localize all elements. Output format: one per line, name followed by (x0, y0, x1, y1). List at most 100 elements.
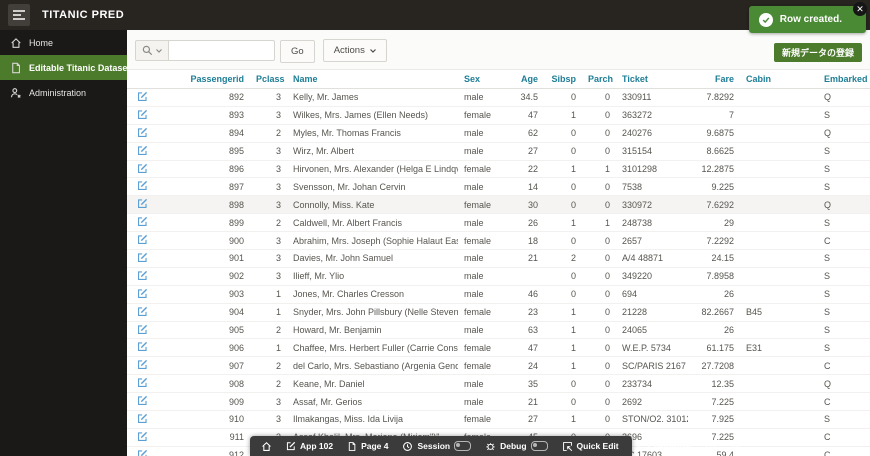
search-input[interactable] (169, 40, 275, 61)
devbar-home-button[interactable] (254, 436, 279, 456)
check-circle-icon (759, 13, 773, 27)
devbar-settings-button[interactable] (723, 436, 748, 456)
cell-parch: 0 (582, 375, 616, 393)
col-header-ticket[interactable]: Ticket (616, 70, 688, 89)
cell-ticket: SC/PARIS 2167 (616, 357, 688, 375)
cell-fare: 7.2292 (688, 232, 740, 250)
edit-row-icon[interactable] (137, 234, 148, 245)
edit-row-icon[interactable] (137, 216, 148, 227)
edit-row-icon[interactable] (137, 413, 148, 424)
table-row: 8942Myles, Mr. Thomas Francismale6200240… (127, 124, 870, 142)
cell-embarked: C (818, 393, 870, 411)
edit-row-icon[interactable] (137, 377, 148, 388)
edit-row-icon[interactable] (137, 306, 148, 317)
devbar-debug-button[interactable]: Debug (478, 436, 554, 456)
session-toggle[interactable] (454, 441, 471, 451)
cell-sex: female (458, 232, 510, 250)
sidebar-item-home[interactable]: Home (0, 30, 127, 55)
edit-row-icon[interactable] (137, 145, 148, 156)
col-header-sex[interactable]: Sex (458, 70, 510, 89)
cell-parch: 0 (582, 178, 616, 196)
cell-sex: female (458, 196, 510, 214)
cell-cabin (740, 89, 818, 107)
cell-fare: 7.6292 (688, 196, 740, 214)
cell-embarked: C (818, 357, 870, 375)
cell-edit (127, 124, 158, 142)
cell-fare: 27.7208 (688, 357, 740, 375)
cell-id: 900 (158, 232, 250, 250)
cell-ticket: A/4 48871 (616, 250, 688, 268)
sidebar-item-editable-titanic-dataset[interactable]: Editable Titanic Dataset (0, 55, 127, 80)
cell-name: Wirz, Mr. Albert (287, 142, 458, 160)
cell-sibsp: 0 (544, 285, 582, 303)
edit-row-icon[interactable] (137, 395, 148, 406)
cell-sibsp: 0 (544, 375, 582, 393)
actions-menu-button[interactable]: Actions (323, 39, 387, 62)
app-title: TITANIC PRED (42, 9, 124, 21)
col-header-parch[interactable]: Parch (582, 70, 616, 89)
edit-row-icon[interactable] (137, 252, 148, 263)
col-header-pclass[interactable]: Pclass (250, 70, 287, 89)
edit-row-icon[interactable] (137, 163, 148, 174)
devbar-session-button[interactable]: Session (395, 436, 478, 456)
sidebar-item-administration[interactable]: Administration (0, 80, 127, 105)
edit-row-icon[interactable] (137, 288, 148, 299)
edit-row-icon[interactable] (137, 180, 148, 191)
create-row-button[interactable]: 新規データの登録 (774, 43, 862, 62)
edit-app-icon (286, 441, 296, 451)
cell-age: 46 (510, 285, 544, 303)
cell-name: Davies, Mr. John Samuel (287, 250, 458, 268)
edit-row-icon[interactable] (137, 91, 148, 102)
col-header-embarked[interactable]: Embarked (818, 70, 870, 89)
edit-row-icon[interactable] (137, 109, 148, 120)
cell-sibsp: 1 (544, 321, 582, 339)
col-header-passengerid[interactable]: Passengerid (158, 70, 250, 89)
edit-row-icon[interactable] (137, 431, 148, 442)
devbar-page-button[interactable]: Page 4 (340, 436, 395, 456)
edit-row-icon[interactable] (137, 359, 148, 370)
table-row: 8992Caldwell, Mr. Albert Francismale2611… (127, 214, 870, 232)
cell-edit (127, 267, 158, 285)
edit-row-icon[interactable] (137, 127, 148, 138)
devbar-app-label: App 102 (300, 441, 333, 451)
table-header-row: Passengerid Pclass Name Sex Age Sibsp Pa… (127, 70, 870, 89)
devbar-debug-label: Debug (500, 441, 526, 451)
cell-age: 35 (510, 375, 544, 393)
col-header-sibsp[interactable]: Sibsp (544, 70, 582, 89)
sidebar-toggle-button[interactable] (8, 4, 30, 26)
devbar-quick-edit-button[interactable]: Quick Edit (555, 436, 626, 456)
devbar-app-button[interactable]: App 102 (279, 436, 340, 456)
edit-row-icon[interactable] (137, 324, 148, 335)
cell-parch: 0 (582, 250, 616, 268)
cell-ticket: W.E.P. 5734 (616, 339, 688, 357)
cell-fare: 82.2667 (688, 303, 740, 321)
edit-row-icon[interactable] (137, 341, 148, 352)
devbar-quick-edit-label: Quick Edit (577, 441, 619, 451)
edit-row-icon[interactable] (137, 270, 148, 281)
search-scope-button[interactable] (135, 40, 169, 61)
devbar-info-button[interactable] (698, 436, 723, 456)
cell-cabin: E31 (740, 339, 818, 357)
go-button[interactable]: Go (280, 40, 315, 63)
toast-close-button[interactable]: ✕ (853, 2, 867, 16)
cell-sex: male (458, 89, 510, 107)
cell-fare: 7.925 (688, 411, 740, 429)
cell-pclass: 3 (250, 196, 287, 214)
cell-ticket: STON/O2. 3101270 (616, 411, 688, 429)
cell-embarked: C (818, 428, 870, 446)
cell-edit (127, 411, 158, 429)
cell-name: Svensson, Mr. Johan Cervin (287, 178, 458, 196)
cell-name: Kelly, Mr. James (287, 89, 458, 107)
edit-row-icon[interactable] (137, 198, 148, 209)
debug-toggle[interactable] (531, 441, 548, 451)
col-header-fare[interactable]: Fare (688, 70, 740, 89)
col-header-cabin[interactable]: Cabin (740, 70, 818, 89)
col-header-name[interactable]: Name (287, 70, 458, 89)
edit-row-icon[interactable] (137, 449, 148, 456)
devbar-customize-button[interactable]: Customize (626, 436, 698, 456)
cell-id: 898 (158, 196, 250, 214)
table-row: 9103Ilmakangas, Miss. Ida Livijafemale27… (127, 411, 870, 429)
col-header-age[interactable]: Age (510, 70, 544, 89)
cell-id: 896 (158, 160, 250, 178)
cell-sex: male (458, 393, 510, 411)
